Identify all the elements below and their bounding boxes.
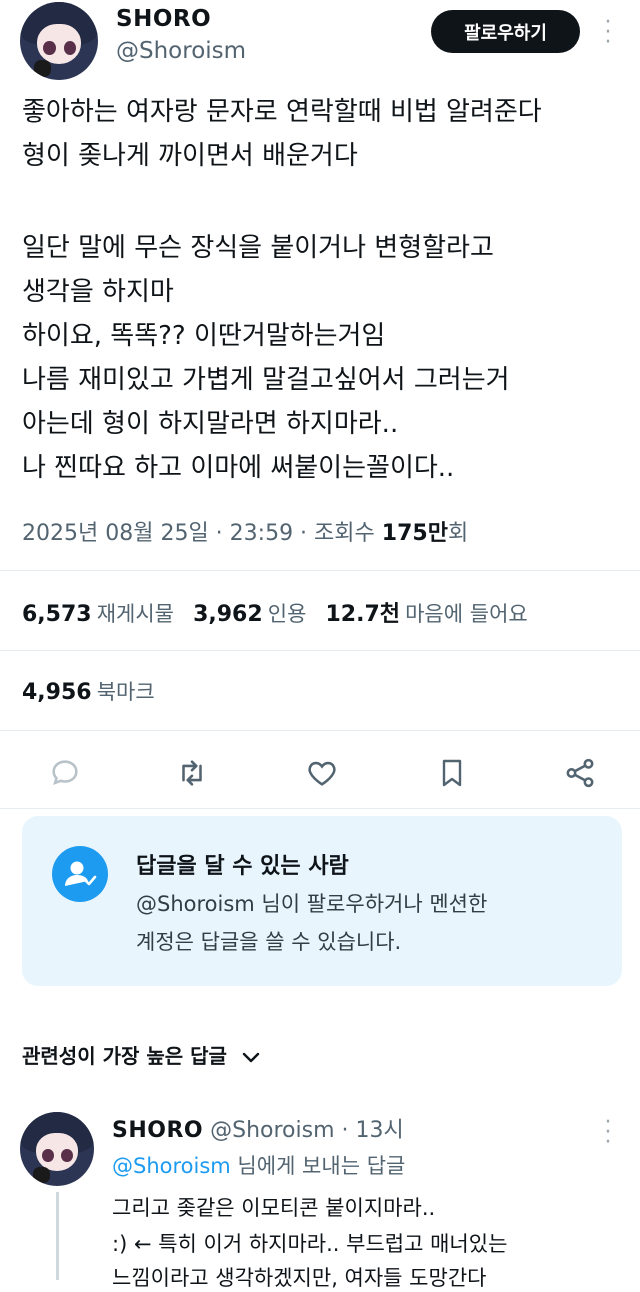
bookmark-icon[interactable] [436,756,468,790]
replying-to-handle[interactable]: @Shoroism [112,1154,231,1178]
retweet-icon[interactable] [174,756,210,790]
likes-stat[interactable]: 12.7천 마음에 들어요 [325,602,527,627]
tweet-line [22,178,542,222]
tweet-meta: 2025년 08월 25일 · 23:59 · 조회수 175만회 [22,515,468,547]
view-count: 175만 [381,521,448,546]
reply-text-line: :) ← 특히 이거 하지마라.. 부드럽고 매너있는 [112,1232,508,1256]
follow-button[interactable]: 팔로우하기 [431,10,580,53]
reply-more-options-icon[interactable]: · · · [598,1112,618,1154]
reply-time[interactable]: · 13시 [342,1118,404,1143]
reply-author-name[interactable]: SHORO [112,1118,203,1143]
retweets-stat[interactable]: 6,573 재게시물 [22,602,174,627]
person-check-icon [52,846,108,902]
more-options-icon[interactable]: · · · [598,12,618,54]
replying-to: @Shoroism 님에게 보내는 답글 [112,1150,405,1180]
replying-to-suffix: 님에게 보내는 답글 [230,1154,406,1178]
chevron-down-icon [242,1052,260,1062]
tweet-line: 나름 재미있고 가볍게 말걸고싶어서 그러는거 [22,365,510,395]
reply-header: SHORO @Shoroism · 13시 [112,1112,404,1144]
view-suffix: 회 [447,521,469,546]
reply-restriction-title: 답글을 달 수 있는 사람 [136,854,349,879]
bookmarks-stat[interactable]: 4,956 북마크 [22,676,155,706]
author-handle[interactable]: @Shoroism [116,38,246,64]
tweet-line: 하이요, 똑똑?? 이딴거말하는거임 [22,321,386,351]
author-avatar[interactable] [20,2,98,80]
tweet-line: 형이 좆나게 까이면서 배운거다 [22,141,358,171]
tweet-line: 아는데 형이 하지말라면 하지마라.. [22,409,399,439]
divider [0,650,640,651]
reply-thread-line [56,1192,59,1280]
heart-icon[interactable] [304,756,340,790]
timestamp[interactable]: 2025년 08월 25일 · 23:59 · 조회수 [22,521,382,546]
reply-text-line: 느낌이라고 생각하겠지만, 여자들 도망간다 [112,1266,487,1290]
reply-sort-label: 관련성이 가장 높은 답글 [22,1044,227,1068]
reply-restriction-line: 계정은 답글을 쓸 수 있습니다. [136,930,402,954]
reply-restriction-card: 답글을 달 수 있는 사람 @Shoroism 님이 팔로우하거나 멘션한 계정… [22,816,622,986]
quotes-stat[interactable]: 3,962 인용 [193,602,306,627]
reply-action-icon[interactable] [48,756,82,790]
tweet-line: 일단 말에 무슨 장식을 붙이거나 변형할라고 [22,233,494,263]
author-name[interactable]: SHORO [116,6,211,32]
reply-text-line: 그리고 좆같은 이모티콘 붙이지마라.. [112,1196,436,1220]
reply-author-avatar[interactable] [20,1112,94,1186]
reply-restriction-line: @Shoroism 님이 팔로우하거나 멘션한 [136,892,488,916]
tweet-line: 생각을 하지마 [22,277,174,307]
tweet-line: 좋아하는 여자랑 문자로 연락할때 비법 알려준다 [22,97,542,127]
divider [0,570,640,571]
stats-row: 6,573 재게시물 3,962 인용 12.7천 마음에 들어요 [22,596,528,628]
reply-author-handle[interactable]: @Shoroism [210,1118,334,1143]
share-icon[interactable] [562,756,598,790]
divider [0,730,640,731]
divider [0,808,640,809]
tweet-text: 좋아하는 여자랑 문자로 연락할때 비법 알려준다 형이 좆나게 까이면서 배운… [22,90,542,490]
reply-sort-dropdown[interactable]: 관련성이 가장 높은 답글 [22,1040,262,1069]
tweet-line: 나 찐따요 하고 이마에 써붙이는꼴이다.. [22,453,455,483]
